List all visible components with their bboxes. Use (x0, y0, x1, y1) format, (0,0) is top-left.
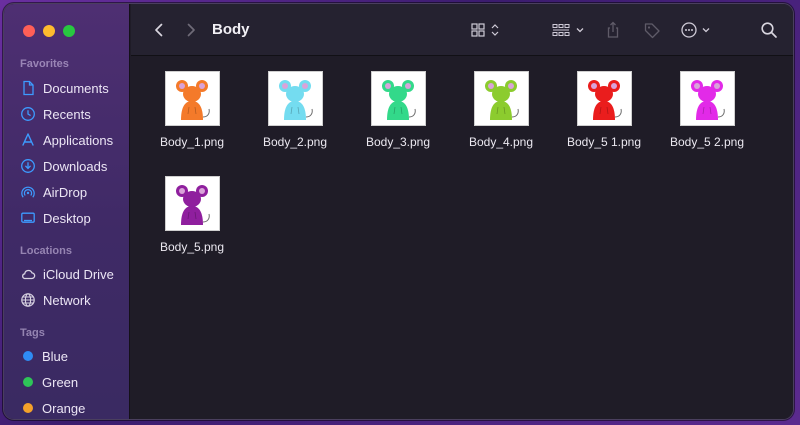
share-icon (607, 21, 619, 38)
airdrop-icon (21, 186, 35, 198)
globe-icon (21, 293, 35, 307)
sidebar-item-label: AirDrop (43, 184, 88, 200)
file-thumbnail (267, 71, 323, 126)
sidebar-item-applications[interactable]: Applications (20, 129, 126, 151)
view-mode-button[interactable] (467, 4, 507, 56)
mouse-figure-icon (176, 79, 210, 120)
file-thumbnail (576, 71, 632, 126)
window-title: Body (212, 21, 250, 38)
file-item[interactable]: Body_5 1.png (556, 71, 652, 149)
file-thumbnail (164, 176, 220, 231)
sidebar: Favorites Documents Recents Applications… (4, 4, 130, 419)
sidebar-item-label: Applications (43, 132, 114, 148)
tag-dot-green-icon (23, 377, 33, 387)
window-controls (23, 25, 75, 37)
back-icon (155, 23, 163, 37)
sidebar-item-label: Orange (42, 400, 86, 416)
sidebar-item-airdrop[interactable]: AirDrop (20, 181, 126, 203)
mouse-figure-icon (588, 79, 622, 120)
share-button[interactable] (601, 4, 625, 56)
sidebar-item-desktop[interactable]: Desktop (20, 207, 126, 229)
group-icon (552, 24, 584, 36)
file-item[interactable]: Body_1.png (144, 71, 240, 149)
search-button[interactable] (757, 4, 781, 56)
mouse-figure-icon (485, 79, 519, 120)
mouse-figure-icon (176, 184, 210, 225)
sidebar-item-label: Green (42, 374, 79, 390)
file-thumbnail (370, 71, 426, 126)
file-name: Body_1.png (159, 135, 225, 149)
tag-icon (644, 23, 660, 39)
document-icon (23, 80, 34, 96)
search-icon (761, 22, 777, 38)
desktop-icon (21, 212, 35, 223)
file-name: Body_5.png (159, 240, 225, 254)
file-thumbnail (164, 71, 220, 126)
group-button[interactable] (549, 4, 589, 56)
close-button[interactable] (23, 25, 35, 37)
file-item[interactable]: Body_5 2.png (659, 71, 755, 149)
file-name: Body_2.png (262, 135, 328, 149)
file-name: Body_4.png (468, 135, 534, 149)
sidebar-item-label: Downloads (43, 158, 108, 174)
file-grid: Body_1.png Body_2.png Body_3.png Body_4.png… (131, 57, 793, 419)
tags-heading: Tags (20, 327, 45, 339)
mouse-figure-icon (691, 79, 725, 120)
forward-button[interactable] (179, 4, 203, 56)
sidebar-item-recents[interactable]: Recents (20, 103, 126, 125)
sidebar-item-network[interactable]: Network (20, 289, 126, 311)
cloud-icon (22, 269, 36, 280)
sidebar-item-tag-blue[interactable]: Blue (20, 345, 126, 367)
download-icon (21, 159, 35, 173)
back-button[interactable] (147, 4, 171, 56)
file-item[interactable]: Body_3.png (350, 71, 446, 149)
locations-heading: Locations (20, 245, 72, 257)
more-actions-button[interactable] (677, 4, 717, 56)
minimize-button[interactable] (43, 25, 55, 37)
favorites-heading: Favorites (20, 58, 69, 70)
sidebar-item-tag-green[interactable]: Green (20, 371, 126, 393)
tag-dot-blue-icon (23, 351, 33, 361)
more-icon (681, 22, 710, 38)
zoom-button[interactable] (63, 25, 75, 37)
file-name: Body_5 2.png (669, 135, 745, 149)
clock-icon (21, 107, 35, 121)
sidebar-item-tag-orange[interactable]: Orange (20, 397, 126, 419)
file-item[interactable]: Body_4.png (453, 71, 549, 149)
forward-icon (187, 23, 195, 37)
sidebar-item-label: Documents (43, 80, 109, 96)
toolbar: Body (131, 4, 793, 56)
grid-view-icon (471, 23, 499, 37)
sidebar-item-label: Desktop (43, 210, 91, 226)
sidebar-item-label: iCloud Drive (43, 266, 114, 282)
finder-window: Favorites Documents Recents Applications… (3, 3, 794, 420)
sidebar-item-icloud-drive[interactable]: iCloud Drive (20, 263, 126, 285)
file-item[interactable]: Body_5.png (144, 176, 240, 254)
tag-button[interactable] (640, 4, 664, 56)
file-thumbnail (473, 71, 529, 126)
mouse-figure-icon (279, 79, 313, 120)
mouse-figure-icon (382, 79, 416, 120)
file-name: Body_5 1.png (566, 135, 642, 149)
sidebar-item-downloads[interactable]: Downloads (20, 155, 126, 177)
applications-icon (22, 133, 34, 146)
tag-dot-orange-icon (23, 403, 33, 413)
file-thumbnail (679, 71, 735, 126)
sidebar-item-documents[interactable]: Documents (20, 77, 126, 99)
sidebar-item-label: Network (43, 292, 91, 308)
file-item[interactable]: Body_2.png (247, 71, 343, 149)
sidebar-item-label: Blue (42, 348, 69, 364)
sidebar-item-label: Recents (43, 106, 91, 122)
file-name: Body_3.png (365, 135, 431, 149)
